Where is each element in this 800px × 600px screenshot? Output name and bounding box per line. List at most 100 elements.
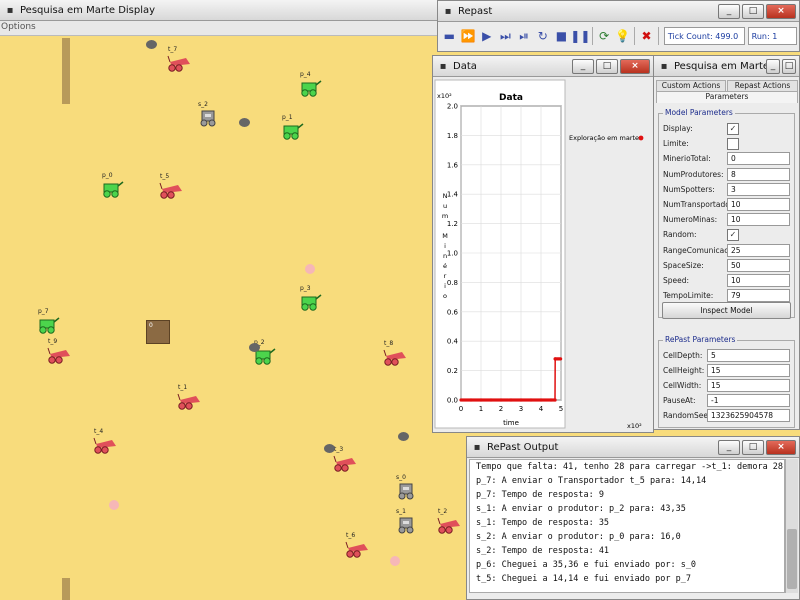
- y-tick-label: 0.8: [447, 279, 458, 287]
- y-tick-label: 0.6: [447, 308, 459, 316]
- param-input[interactable]: 8: [727, 167, 790, 181]
- chart-window: ▪ Data _ □ × 0 1 2 3 4 5 0.0 0.2 0.4 0.6 0.8 1.0 1.2…: [432, 55, 654, 433]
- play-icon[interactable]: ▶: [477, 27, 496, 46]
- transporter-agent[interactable]: t_2: [434, 508, 462, 534]
- output-line: s_1: Tempo de resposta: 35: [476, 518, 610, 528]
- close-button[interactable]: ×: [766, 439, 796, 455]
- agent-label: p_1: [282, 114, 293, 121]
- window-icon: ▪: [473, 441, 481, 453]
- params-titlebar[interactable]: ▪ Pesquisa em Marte _ □: [654, 56, 799, 77]
- transporter-agent[interactable]: t_6: [342, 532, 370, 558]
- tab-parameters[interactable]: Parameters: [656, 91, 798, 103]
- producer-agent[interactable]: p_3: [296, 285, 324, 311]
- spotter-agent[interactable]: s_1: [392, 508, 420, 534]
- param-input[interactable]: 15: [707, 379, 790, 392]
- repast-parameters-title: RePast Parameters: [663, 335, 738, 344]
- rock: [239, 118, 250, 127]
- pause-icon[interactable]: ❚❚: [570, 27, 590, 46]
- agent-label: p_3: [300, 285, 311, 292]
- param-input[interactable]: 10: [727, 213, 790, 227]
- step-forward-icon[interactable]: ⏩: [459, 27, 478, 46]
- param-label: PauseAt:: [663, 396, 696, 405]
- output-scrollbar[interactable]: [785, 459, 798, 593]
- param-checkbox[interactable]: ✓: [727, 228, 739, 241]
- lightbulb-icon[interactable]: 💡: [613, 27, 632, 46]
- y-multiplier: x10²: [437, 92, 452, 100]
- producer-agent[interactable]: p_1: [278, 114, 306, 140]
- spotter-agent[interactable]: s_2: [194, 101, 222, 127]
- setup-icon[interactable]: ⏯: [515, 27, 534, 46]
- chart-titlebar[interactable]: ▪ Data _ □ ×: [433, 56, 653, 77]
- maximize-button[interactable]: □: [742, 3, 764, 19]
- transporter-agent[interactable]: t_9: [44, 338, 72, 364]
- param-row: NumSpotters: 3: [663, 182, 790, 197]
- transporter-agent[interactable]: t_1: [174, 384, 202, 410]
- param-label: MinerioTotal:: [663, 154, 711, 164]
- producer-agent[interactable]: p_4: [296, 71, 324, 97]
- param-input[interactable]: 79: [727, 289, 790, 303]
- param-row: NumProdutores: 8: [663, 167, 790, 182]
- param-input[interactable]: 10: [727, 274, 790, 287]
- param-label: NumeroMinas:: [663, 215, 718, 225]
- mineral-dot: [390, 556, 400, 566]
- producer-agent[interactable]: p_7: [34, 308, 62, 334]
- params-title: Pesquisa em Marte: [674, 60, 766, 72]
- maximize-button[interactable]: □: [596, 58, 618, 74]
- output-titlebar[interactable]: ▪ RePast Output _ □ ×: [467, 437, 799, 458]
- output-line: p_6: Cheguei a 35,36 e fui enviado por: …: [476, 560, 697, 570]
- param-input[interactable]: 3: [727, 182, 790, 196]
- settings-icon[interactable]: ⟳: [595, 27, 614, 46]
- spotter-agent[interactable]: s_0: [392, 474, 420, 500]
- repast-param-row: RandomSeed:1323625904578: [663, 408, 790, 423]
- param-input[interactable]: 1323625904578: [707, 409, 790, 422]
- param-input[interactable]: 0: [727, 152, 790, 166]
- output-text-area[interactable]: Tempo que falta: 41, tenho 28 para carre…: [469, 459, 785, 593]
- y-tick-label: 0.0: [447, 397, 458, 405]
- agent-label: p_7: [38, 308, 49, 315]
- param-row: NumeroMinas: 10: [663, 212, 790, 227]
- minimize-button[interactable]: _: [766, 58, 780, 74]
- producer-agent[interactable]: p_0: [98, 172, 126, 198]
- transporter-agent[interactable]: t_3: [330, 446, 358, 472]
- transporter-agent[interactable]: t_7: [164, 46, 192, 72]
- param-checkbox[interactable]: ✓: [727, 122, 739, 135]
- close-button[interactable]: ×: [766, 3, 796, 19]
- param-input[interactable]: -1: [707, 394, 790, 407]
- close-button[interactable]: ×: [620, 58, 650, 74]
- inspect-model-button[interactable]: Inspect Model: [662, 302, 791, 319]
- minimize-button[interactable]: _: [718, 3, 740, 19]
- restart-icon[interactable]: ↻: [533, 27, 552, 46]
- chart-title: Data: [499, 93, 523, 103]
- transporter-agent[interactable]: t_5: [156, 173, 184, 199]
- minimize-button[interactable]: _: [572, 58, 594, 74]
- param-input[interactable]: 25: [727, 243, 790, 257]
- transporter-agent[interactable]: t_4: [90, 428, 118, 454]
- repast-titlebar[interactable]: ▪ Repast _ □ ×: [438, 1, 799, 22]
- chart: 0 1 2 3 4 5 0.0 0.2 0.4 0.6 0.8 1.0 1.2 1.4 1.6 1.8 2.0 D…: [433, 78, 653, 432]
- maximize-button[interactable]: □: [742, 439, 764, 455]
- param-input[interactable]: 5: [707, 349, 790, 362]
- step-icon[interactable]: ⏭: [496, 27, 515, 46]
- agent-label: p_4: [300, 71, 311, 78]
- menu-options[interactable]: Options: [1, 22, 36, 32]
- param-input[interactable]: 15: [707, 364, 790, 377]
- legend-marker: [638, 135, 644, 141]
- transporter-agent[interactable]: t_8: [380, 340, 408, 366]
- stop-icon[interactable]: ■: [552, 27, 571, 46]
- param-label: Random:: [663, 230, 697, 240]
- x-tick-label: 1: [479, 405, 483, 413]
- mineral-dot: [305, 264, 315, 274]
- toolbar-separator: [634, 27, 636, 45]
- param-input[interactable]: 50: [727, 258, 790, 272]
- x-multiplier: x10²: [627, 422, 642, 430]
- minimize-button[interactable]: _: [718, 439, 740, 455]
- exit-icon[interactable]: ✖: [637, 27, 656, 46]
- load-model-icon[interactable]: ▬: [440, 27, 459, 46]
- scrollbar-thumb[interactable]: [787, 529, 797, 589]
- output-line: s_2: A enviar o produtor: p_0 para: 16,0: [476, 532, 681, 542]
- maximize-button[interactable]: □: [782, 58, 796, 74]
- run-count: Run: 1: [747, 27, 797, 45]
- param-checkbox[interactable]: [727, 137, 739, 150]
- param-input[interactable]: 10: [727, 198, 790, 211]
- agent-label: t_9: [48, 338, 58, 345]
